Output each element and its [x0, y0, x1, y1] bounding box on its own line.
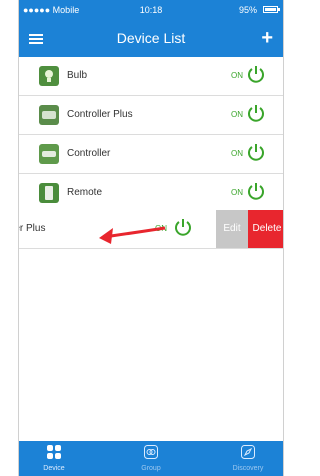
bulb-icon — [39, 66, 59, 86]
tab-label: Discovery — [232, 465, 264, 472]
device-grid-icon — [47, 445, 61, 459]
device-name: Bulb — [67, 70, 88, 81]
tab-label: Group — [141, 465, 161, 472]
device-name: Controller Plus — [67, 109, 133, 120]
edit-button[interactable]: Edit — [216, 210, 248, 248]
add-device-button[interactable]: + — [261, 28, 273, 48]
tab-label: Device — [43, 465, 65, 472]
tab-group[interactable]: Group — [116, 441, 186, 476]
battery-icon — [263, 6, 280, 13]
power-icon[interactable] — [174, 218, 192, 236]
device-row-bulb[interactable]: Bulb ON — [19, 57, 283, 96]
tab-discovery[interactable]: Discovery — [213, 441, 283, 476]
power-icon[interactable] — [247, 104, 265, 122]
power-icon[interactable] — [247, 182, 265, 200]
compass-icon — [241, 445, 255, 459]
device-row-controller-plus[interactable]: Controller Plus ON — [19, 96, 283, 135]
device-state: ON — [231, 71, 243, 80]
remote-icon — [39, 183, 59, 203]
device-name: Remote — [67, 187, 103, 198]
power-icon[interactable] — [247, 65, 265, 83]
device-row-remote[interactable]: Remote ON — [19, 174, 283, 213]
page-title: Device List — [116, 30, 186, 46]
nav-bar: Device List + — [19, 20, 283, 57]
phone-screen: ●●●●● Mobile 10:18 95% Device List + Bul… — [18, 0, 284, 476]
device-state: ON — [231, 188, 243, 197]
device-state: ON — [231, 110, 243, 119]
group-icon — [144, 445, 158, 459]
battery-percent: 95% — [238, 5, 257, 15]
device-name: roller Plus — [19, 223, 46, 234]
device-name: Controller — [67, 148, 111, 159]
swipe-left-arrow-icon — [99, 226, 166, 244]
controller-icon — [39, 144, 59, 164]
power-icon[interactable] — [247, 143, 265, 161]
device-row-controller[interactable]: Controller ON — [19, 135, 283, 174]
controller-plus-icon — [39, 105, 59, 125]
device-state: ON — [231, 149, 243, 158]
delete-button[interactable]: Delete — [248, 210, 283, 248]
status-bar: ●●●●● Mobile 10:18 95% — [19, 0, 283, 20]
tab-bar: Device Group Discovery — [19, 441, 283, 476]
tab-device[interactable]: Device — [19, 441, 89, 476]
